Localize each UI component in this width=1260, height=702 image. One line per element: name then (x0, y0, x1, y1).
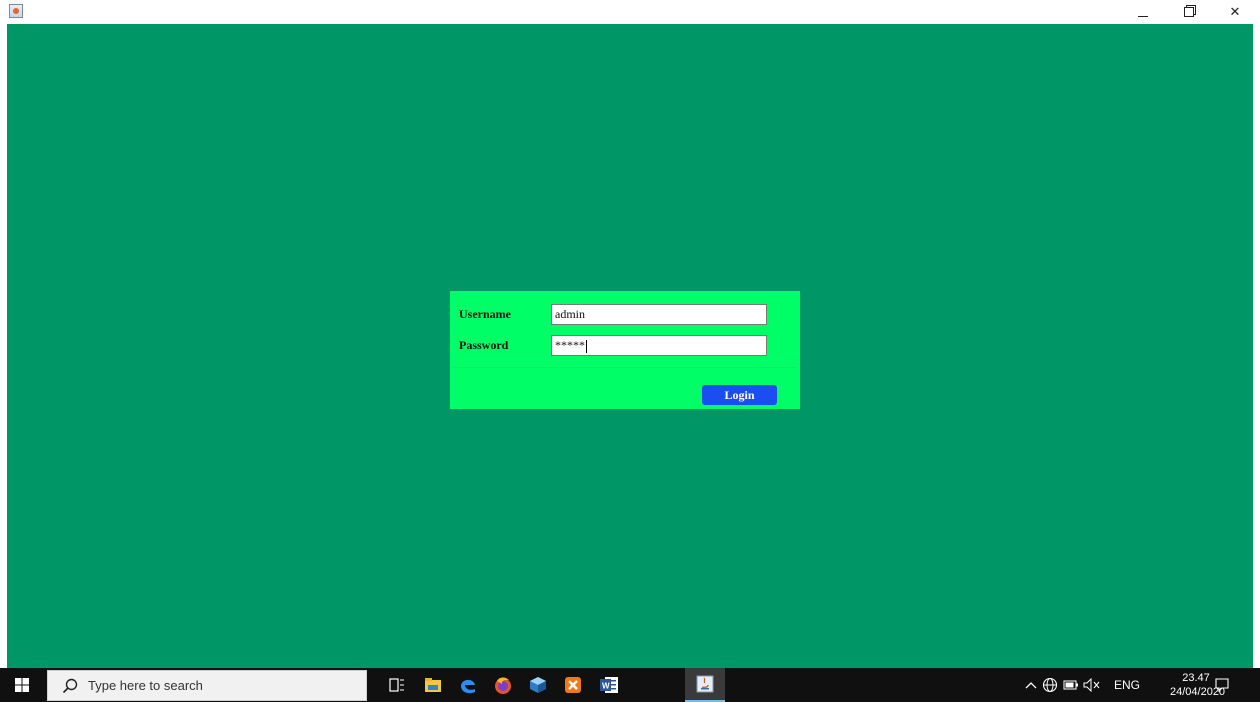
window-titlebar: ✕ (0, 0, 1260, 24)
svg-text:W: W (602, 682, 610, 691)
word-icon[interactable]: W (597, 673, 621, 697)
login-panel: Username admin Password ***** Login (450, 291, 800, 409)
file-explorer-icon[interactable] (421, 673, 445, 697)
login-button[interactable]: Login (702, 385, 777, 405)
search-placeholder: Type here to search (88, 678, 203, 693)
xampp-icon[interactable] (561, 673, 585, 697)
username-field[interactable]: admin (551, 304, 767, 325)
java-app-icon (9, 4, 23, 18)
window-content: Username admin Password ***** Login (7, 24, 1253, 668)
notification-icon[interactable] (1215, 678, 1229, 692)
start-button[interactable] (0, 668, 44, 702)
minimize-button[interactable] (1120, 0, 1166, 24)
password-label: Password (459, 338, 509, 352)
text-caret (586, 339, 587, 353)
network-globe-icon[interactable] (1042, 668, 1058, 702)
language-indicator[interactable]: ENG (1114, 668, 1140, 702)
tray-chevron-icon[interactable] (1025, 668, 1037, 702)
username-value: admin (555, 307, 585, 321)
volume-muted-icon[interactable] (1083, 668, 1101, 702)
battery-icon[interactable] (1063, 668, 1079, 702)
active-app-java[interactable] (685, 668, 725, 702)
restore-button[interactable] (1166, 0, 1212, 24)
edge-icon[interactable] (456, 673, 480, 697)
virtualbox-icon[interactable] (526, 673, 550, 697)
java-icon (696, 675, 714, 693)
close-button[interactable]: ✕ (1212, 0, 1258, 24)
password-value: ***** (555, 338, 585, 352)
taskbar-search[interactable]: Type here to search (47, 670, 367, 701)
taskbar: Type here to search W ENG 23.47 24/04/20… (0, 668, 1260, 702)
windows-icon (15, 678, 29, 692)
firefox-icon[interactable] (491, 673, 515, 697)
panel-divider (453, 367, 797, 368)
password-field[interactable]: ***** (551, 335, 767, 356)
username-label: Username (459, 307, 511, 321)
search-icon (62, 678, 78, 693)
task-view-icon[interactable] (385, 673, 409, 697)
